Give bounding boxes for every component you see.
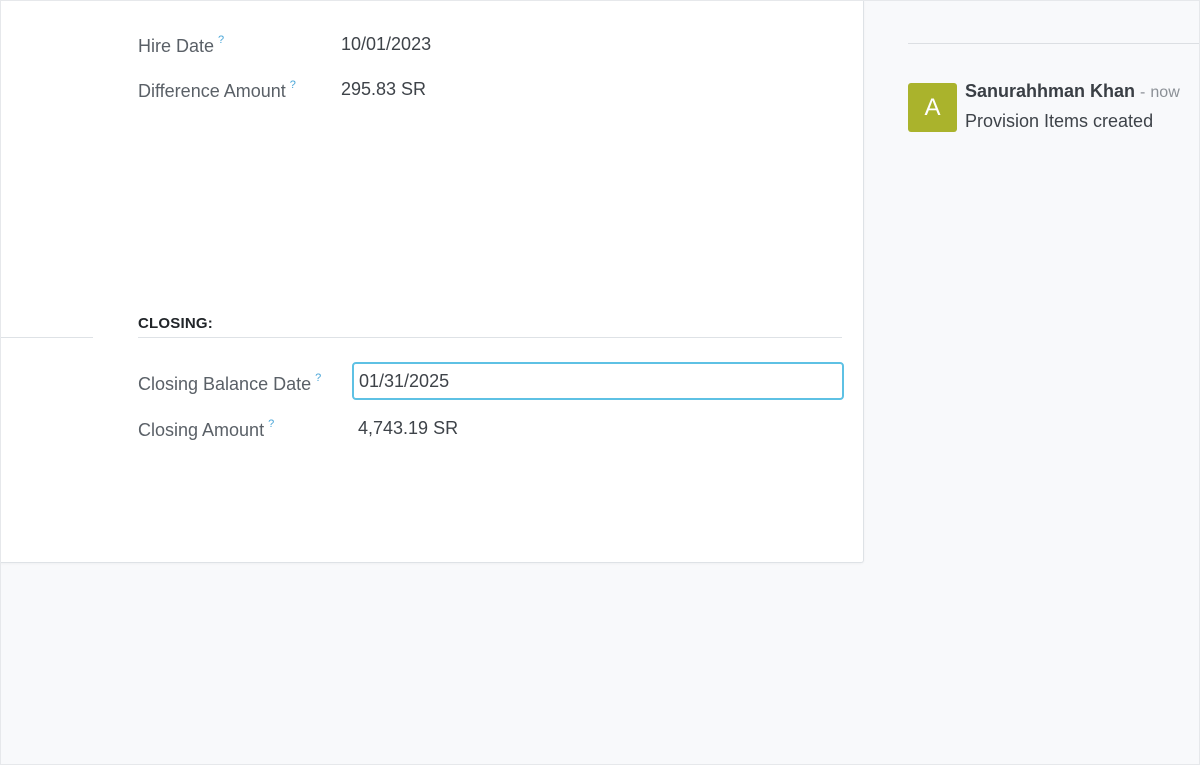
closing-amount-help-icon[interactable]: ? <box>268 418 274 430</box>
message-time-separator: - <box>1140 84 1146 101</box>
left-column-divider <box>0 337 93 338</box>
closing-amount-label: Closing Amount? <box>138 418 274 441</box>
message-time: now <box>1150 84 1180 101</box>
chatter-panel: A Sanurahhman Khan - now Provision Items… <box>864 0 1200 765</box>
closing-amount-label-text: Closing Amount <box>138 420 265 440</box>
message-author[interactable]: Sanurahhman Khan <box>965 81 1135 101</box>
difference-amount-label-text: Difference Amount <box>138 81 286 101</box>
closing-balance-date-label-text: Closing Balance Date <box>138 374 312 394</box>
message-body: Provision Items created <box>965 111 1154 131</box>
chatter-divider <box>908 43 1200 44</box>
difference-amount-label: Difference Amount? <box>138 79 296 102</box>
message-header: Sanurahhman Khan - now <box>965 81 1180 102</box>
hire-date-value[interactable]: 10/01/2023 <box>341 34 431 55</box>
hire-date-label: Hire Date? <box>138 34 224 57</box>
closing-amount-value: 4,743.19 SR <box>358 418 459 438</box>
closing-balance-date-label: Closing Balance Date? <box>138 372 321 395</box>
hire-date-help-icon[interactable]: ? <box>218 34 224 46</box>
avatar[interactable]: A <box>908 83 957 132</box>
closing-balance-date-input[interactable] <box>352 362 844 400</box>
avatar-letter: A <box>924 93 941 121</box>
hire-date-label-text: Hire Date <box>138 36 215 56</box>
closing-section-divider <box>138 337 842 338</box>
difference-amount-value: 295.83 SR <box>341 79 427 99</box>
closing-balance-date-help-icon[interactable]: ? <box>315 372 321 384</box>
difference-amount-help-icon[interactable]: ? <box>290 79 296 91</box>
closing-section-title: CLOSING: <box>138 315 213 332</box>
form-sheet: Hire Date? 10/01/2023 Difference Amount?… <box>0 0 864 563</box>
